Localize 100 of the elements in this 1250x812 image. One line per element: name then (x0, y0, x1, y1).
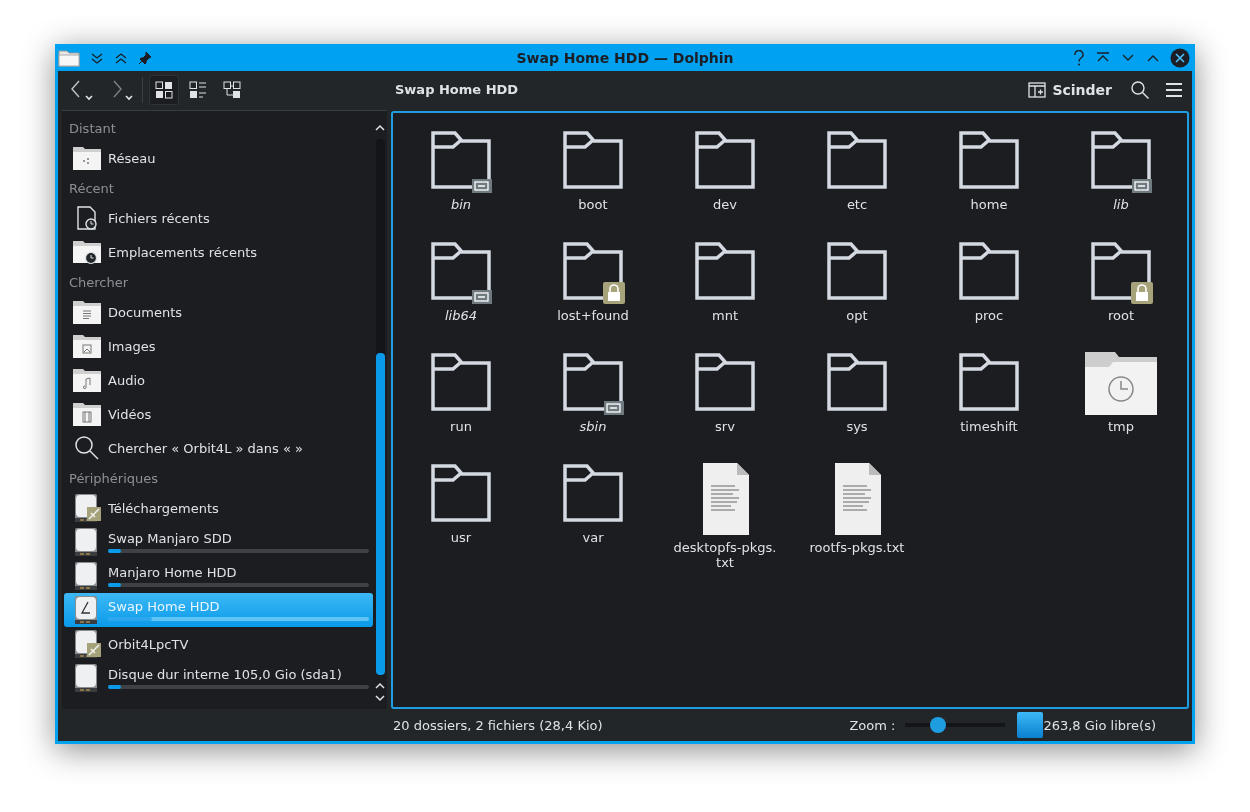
file-item[interactable]: srv (659, 351, 791, 462)
file-name: rootfs-pkgs.txt (809, 540, 905, 555)
linked-folder-icon (1089, 129, 1153, 193)
file-name: boot (578, 197, 608, 212)
scrollbar-track[interactable] (375, 139, 385, 675)
file-item[interactable]: sbin (527, 351, 659, 462)
file-item[interactable]: root (1055, 240, 1187, 351)
file-item[interactable]: bin (395, 129, 527, 240)
file-name: bin (450, 197, 472, 212)
place-label: Swap Home HDD (108, 599, 221, 614)
file-item[interactable]: etc (791, 129, 923, 240)
place-label: Vidéos (108, 406, 153, 422)
file-item[interactable]: lib (1055, 129, 1187, 240)
compact-list-icon (189, 80, 207, 99)
place-label: Swap Manjaro SDD (108, 531, 233, 546)
network-drive-icon (72, 629, 102, 659)
status-summary: 20 dossiers, 2 fichiers (28,4 Kio) (393, 717, 603, 733)
file-name: lib (1113, 197, 1129, 212)
document-folder-icon (72, 299, 102, 325)
scroll-up-icon[interactable] (374, 681, 386, 691)
file-name: etc (846, 197, 868, 212)
file-item[interactable]: sys (791, 351, 923, 462)
file-item[interactable]: rootfs-pkgs.txt (791, 462, 923, 573)
zoom-label: Zoom : (849, 717, 896, 733)
place-label: Réseau (108, 150, 157, 166)
section-heading: Chercher (68, 274, 130, 292)
locked-folder-icon (561, 240, 625, 304)
locked-folder-icon (1089, 240, 1153, 304)
scroll-up-icon[interactable] (374, 123, 386, 133)
file-name: usr (450, 530, 472, 545)
place-label: Emplacements récents (108, 244, 259, 260)
file-name: home (970, 197, 1008, 212)
place-label: Documents (108, 304, 184, 320)
file-name: dev (713, 197, 737, 212)
file-item[interactable]: var (527, 462, 659, 573)
file-item[interactable]: tmp (1055, 351, 1187, 462)
clock-folder-icon (1084, 351, 1158, 415)
file-name: proc (974, 308, 1004, 323)
place-item[interactable]: Réseau (64, 141, 373, 175)
file-item[interactable]: usr (395, 462, 527, 573)
scrollbar-thumb[interactable] (375, 353, 385, 675)
place-label: Fichiers récents (108, 210, 211, 226)
split-view-icon (1028, 81, 1047, 98)
window-title: Swap Home HDD — Dolphin (515, 49, 735, 66)
place-item[interactable]: Audio (64, 363, 373, 397)
place-label: Audio (108, 372, 146, 388)
icon-grid-icon (155, 80, 173, 99)
section-heading: Récent (68, 180, 115, 198)
place-label: Téléchargements (108, 500, 220, 516)
file-name: sbin (579, 419, 607, 434)
close-icon[interactable] (1170, 47, 1190, 68)
network-drive-icon (72, 493, 102, 523)
file-item[interactable]: proc (923, 240, 1055, 351)
place-item[interactable]: Manjaro Home HDD (64, 559, 373, 593)
file-item[interactable]: boot (527, 129, 659, 240)
help-icon[interactable] (1072, 49, 1086, 66)
place-item[interactable]: Chercher « Orbit4L » dans « » (64, 431, 373, 465)
place-item[interactable]: Images (64, 329, 373, 363)
place-item[interactable]: Disque dur interne 105,0 Gio (sda1) (64, 661, 373, 695)
linked-folder-icon (429, 129, 493, 193)
slider-handle[interactable] (930, 717, 947, 733)
file-item[interactable]: desktopfs-pkgs. txt (659, 462, 791, 573)
file-item[interactable]: dev (659, 129, 791, 240)
file-name: desktopfs-pkgs. txt (673, 540, 777, 570)
section-heading: Distant (68, 120, 117, 138)
file-item[interactable]: run (395, 351, 527, 462)
file-name: opt (846, 308, 868, 323)
place-label: Chercher « Orbit4L » dans « » (108, 440, 304, 456)
folder-icon[interactable] (58, 48, 80, 67)
split-button[interactable]: Scinder (1024, 77, 1116, 102)
music-folder-icon (72, 367, 102, 393)
place-item[interactable]: Orbit4LpcTV (64, 627, 373, 661)
linked-folder-icon (561, 351, 625, 415)
place-item[interactable]: Documents (64, 295, 373, 329)
place-item[interactable]: Emplacements récents (64, 235, 373, 269)
place-item[interactable]: Fichiers récents (64, 201, 373, 235)
free-space-indicator (1017, 712, 1044, 738)
place-item[interactable]: Swap Manjaro SDD (64, 525, 373, 559)
place-item[interactable]: Téléchargements (64, 491, 373, 525)
file-name: mnt (712, 308, 738, 323)
location-breadcrumb[interactable]: Swap Home HDD (395, 82, 519, 97)
file-item[interactable]: lib64 (395, 240, 527, 351)
place-label: Disque dur interne 105,0 Gio (sda1) (108, 667, 343, 682)
file-item[interactable]: opt (791, 240, 923, 351)
file-item[interactable]: timeshift (923, 351, 1055, 462)
pin-icon[interactable] (138, 50, 152, 65)
file-item[interactable]: mnt (659, 240, 791, 351)
place-label: Orbit4LpcTV (108, 636, 190, 652)
search-icon[interactable] (1130, 79, 1150, 100)
file-item[interactable]: lost+found (527, 240, 659, 351)
place-item[interactable]: Vidéos (64, 397, 373, 431)
file-name: tmp (1108, 419, 1134, 434)
file-item[interactable]: home (923, 129, 1055, 240)
recent-folder-icon (72, 239, 102, 265)
tree-view-icon (223, 80, 241, 99)
icons-view-button[interactable] (149, 74, 179, 105)
file-name: root (1107, 308, 1135, 323)
place-label: Manjaro Home HDD (108, 565, 238, 580)
scroll-down-icon[interactable] (374, 693, 386, 703)
file-name: run (450, 419, 472, 434)
